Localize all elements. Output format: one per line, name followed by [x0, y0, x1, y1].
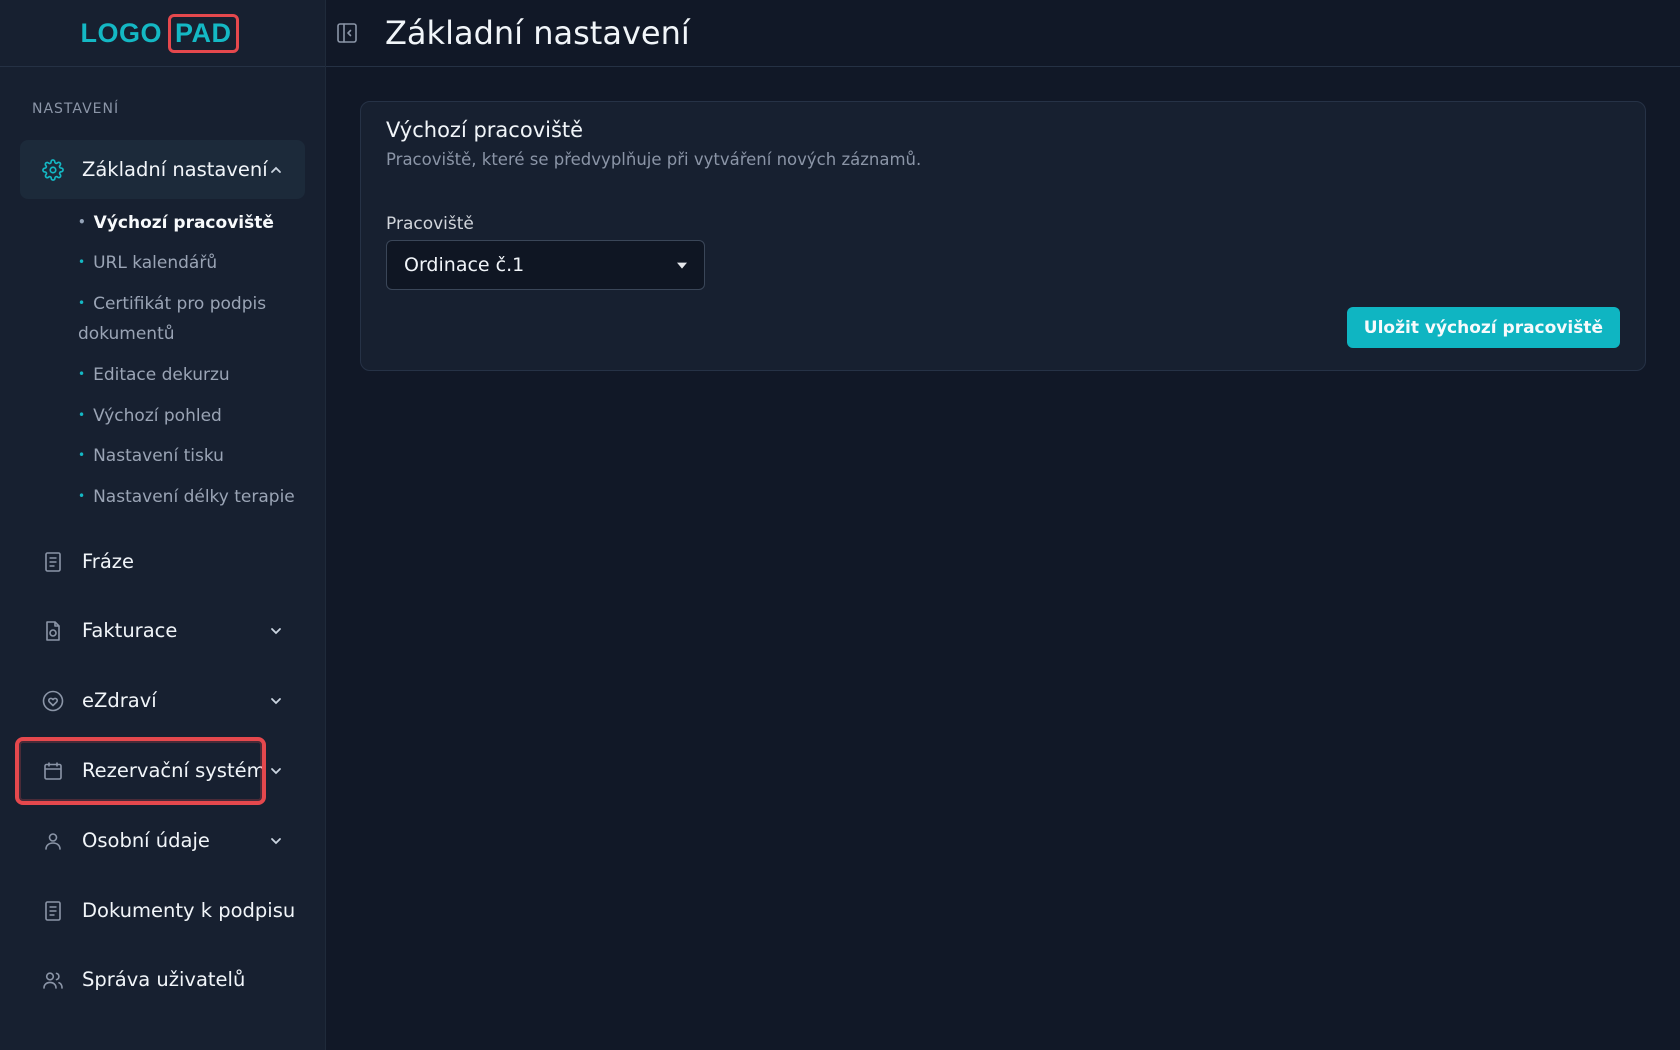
- bullet-dot: •: [78, 215, 86, 229]
- bullet-dot: •: [78, 448, 86, 462]
- invoice-icon: [42, 620, 64, 642]
- subitem-label: Výchozí pohled: [93, 406, 222, 426]
- card-title: Výchozí pracoviště: [386, 118, 584, 142]
- chevron-down-icon[interactable]: [269, 764, 283, 778]
- user-icon: [42, 830, 64, 852]
- subitem-nastaveni-tisku[interactable]: • Nastavení tisku: [78, 441, 224, 472]
- sidebar-item-rezervacni-system[interactable]: Rezervační systém: [20, 741, 305, 800]
- subitem-certifikat-cont[interactable]: dokumentů: [78, 319, 175, 349]
- bullet-dot: •: [78, 296, 86, 310]
- sidebar-item-label: Dokumenty k podpisu: [82, 899, 296, 922]
- logo-text: LOGO: [80, 17, 162, 48]
- sidebar-item-label: Rezervační systém: [82, 759, 266, 782]
- sidebar-item-dokumenty-k-podpisu[interactable]: Dokumenty k podpisu: [20, 881, 305, 940]
- sidebar-item-fraze[interactable]: Fráze: [20, 532, 305, 591]
- workplace-select[interactable]: Ordinace č.1: [386, 240, 705, 290]
- chevron-up-icon[interactable]: [269, 163, 283, 177]
- subitem-editace-dekurzu[interactable]: • Editace dekurzu: [78, 360, 230, 391]
- calendar-icon: [42, 760, 64, 782]
- heart-icon: [42, 690, 64, 712]
- subitem-vychozi-pohled[interactable]: • Výchozí pohled: [78, 401, 222, 432]
- users-icon: [42, 969, 64, 991]
- subitem-label: dokumentů: [78, 324, 175, 344]
- chevron-down-icon[interactable]: [269, 834, 283, 848]
- save-button[interactable]: Uložit výchozí pracoviště: [1346, 307, 1620, 348]
- chevron-down-icon[interactable]: [269, 624, 283, 638]
- sidebar: LOGO PAD NASTAVENÍ Základní nastavení • V…: [0, 0, 326, 1050]
- sidebar-item-sprava-uzivatelu[interactable]: Správa uživatelů: [20, 950, 305, 1009]
- sidebar-item-fakturace[interactable]: Fakturace: [20, 601, 305, 660]
- subitem-label: Certifikát pro podpis: [93, 294, 267, 314]
- sidebar-item-osobni-udaje[interactable]: Osobní údaje: [20, 811, 305, 870]
- sidebar-item-label: eZdraví: [82, 689, 157, 712]
- logo[interactable]: LOGO PAD: [80, 13, 239, 53]
- document-icon: [42, 900, 64, 922]
- subitem-label: Nastavení délky terapie: [93, 487, 295, 507]
- sidebar-item-label: Základní nastavení: [82, 158, 268, 181]
- subitem-label: Výchozí pracoviště: [93, 213, 274, 233]
- bullet-dot: •: [78, 367, 86, 381]
- field-label: Pracoviště: [386, 214, 474, 234]
- sidebar-item-label: Správa uživatelů: [82, 968, 246, 991]
- logo-bar: LOGO PAD: [0, 0, 325, 67]
- sidebar-item-label: Fráze: [82, 550, 134, 573]
- sidebar-item-label: Fakturace: [82, 619, 178, 642]
- subitem-nastaveni-delky-terapie[interactable]: • Nastavení délky terapie: [78, 482, 295, 513]
- document-icon: [42, 551, 64, 573]
- topbar: Základní nastavení: [326, 0, 1680, 67]
- page-title: Základní nastavení: [385, 14, 690, 52]
- subitem-label: Editace dekurzu: [93, 365, 230, 385]
- bullet-dot: •: [78, 489, 86, 503]
- sidebar-item-ezdravi[interactable]: eZdraví: [20, 671, 305, 730]
- caret-down-icon: [677, 262, 687, 269]
- sidebar-item-zakladni-nastaveni[interactable]: Základní nastavení: [20, 140, 305, 199]
- section-label: NASTAVENÍ: [32, 101, 120, 117]
- sidebar-collapse-icon[interactable]: [336, 22, 358, 44]
- card-description: Pracoviště, které se předvyplňuje při vy…: [386, 150, 922, 169]
- chevron-down-icon[interactable]: [269, 694, 283, 708]
- subitem-certifikat[interactable]: • Certifikát pro podpis: [78, 289, 266, 320]
- subitem-vychozi-pracoviste[interactable]: • Výchozí pracoviště: [78, 208, 274, 239]
- settings-card: Výchozí pracoviště Pracoviště, které se …: [360, 101, 1646, 371]
- logo-pad-text: PAD: [167, 13, 239, 53]
- subitem-label: URL kalendářů: [93, 253, 218, 273]
- subitem-url-kalendaru[interactable]: • URL kalendářů: [78, 248, 217, 279]
- bullet-dot: •: [78, 408, 86, 422]
- select-value: Ordinace č.1: [404, 254, 525, 276]
- sidebar-item-label: Osobní údaje: [82, 829, 210, 852]
- subitem-label: Nastavení tisku: [93, 446, 224, 466]
- gear-icon: [42, 158, 64, 181]
- bullet-dot: •: [78, 255, 86, 269]
